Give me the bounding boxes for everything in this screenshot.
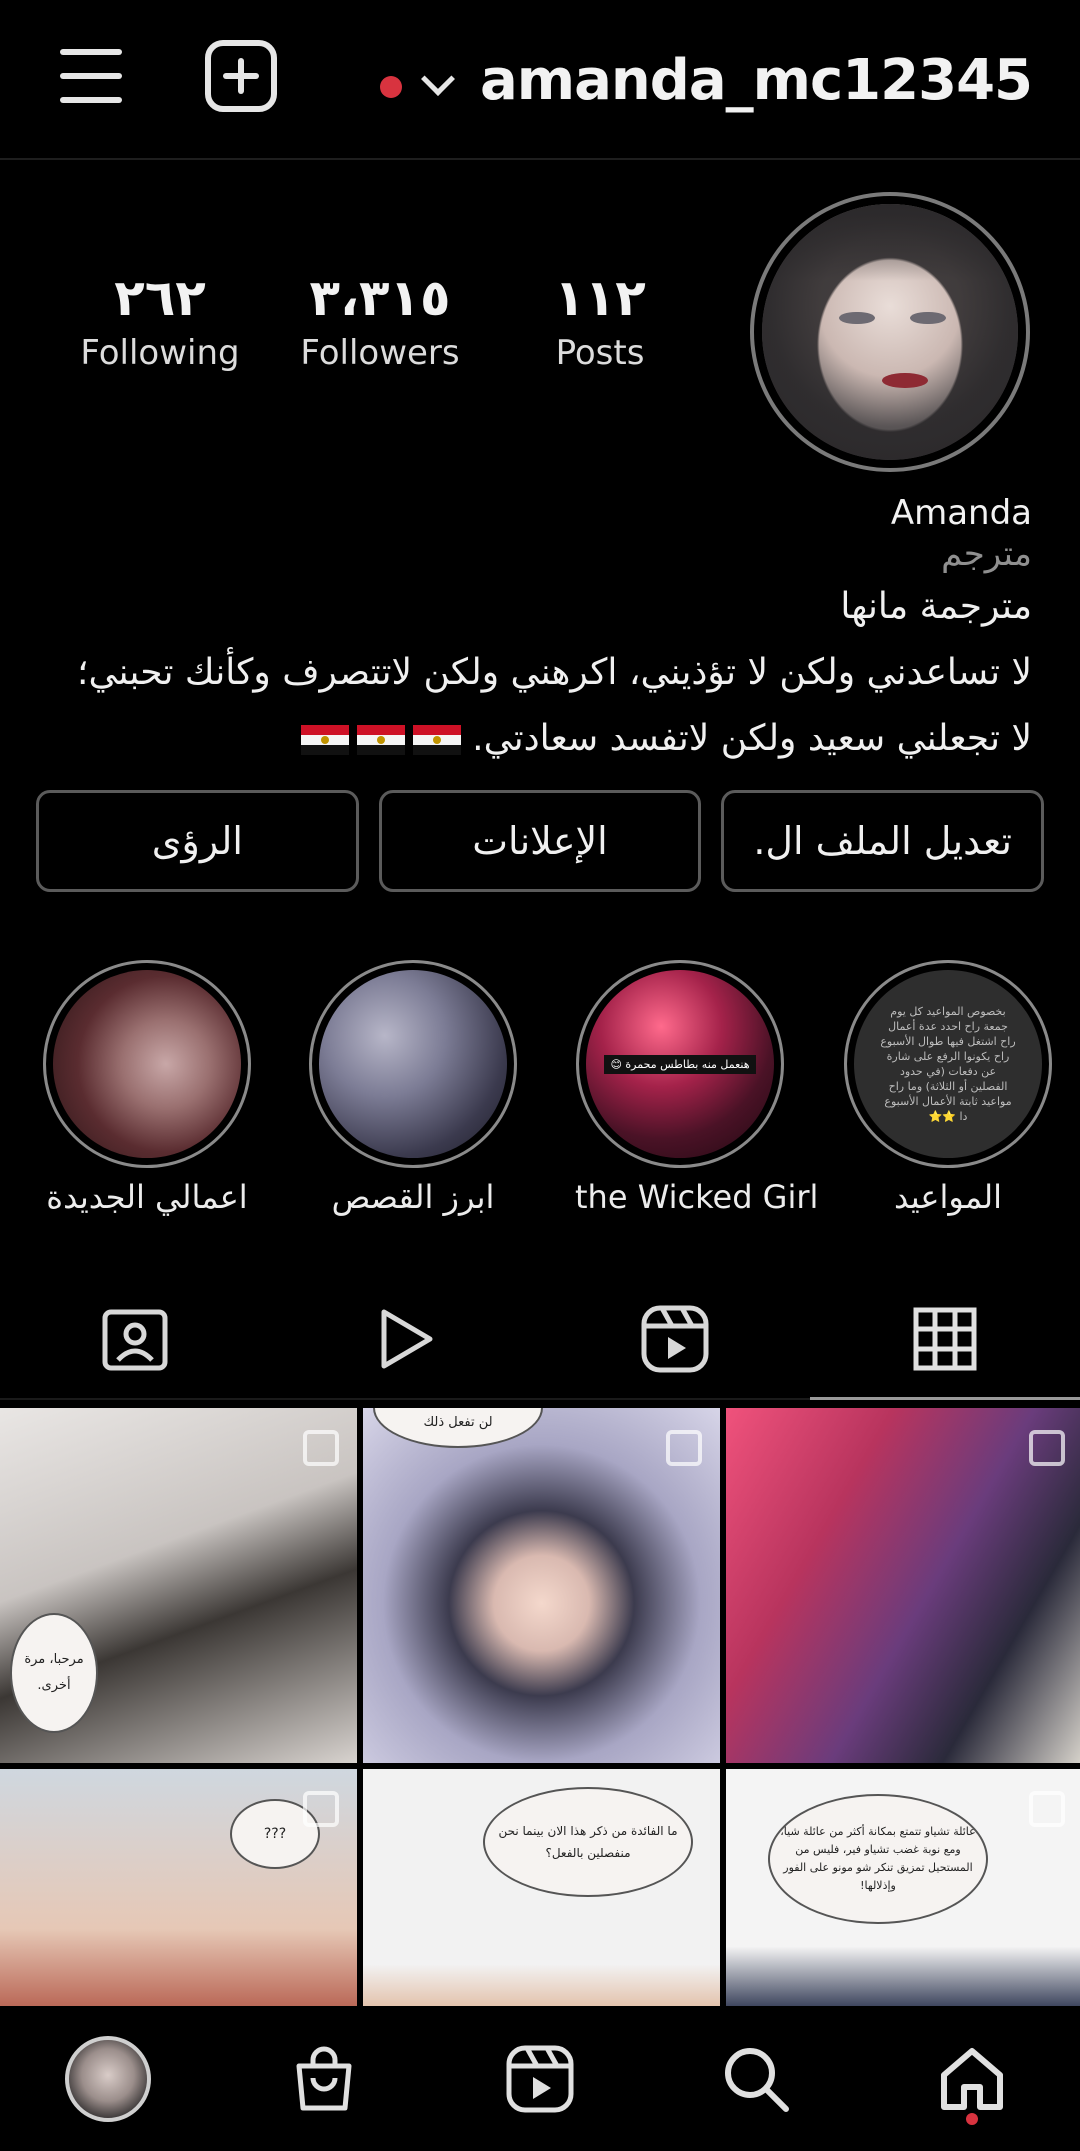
highlight-top-stories[interactable]: ابرز القصص [308, 960, 518, 1216]
reels-icon [506, 2045, 574, 2112]
stat-posts[interactable]: ١١٢ Posts [490, 268, 710, 378]
highlight-cover: بخصوص المواعيد كل يوم جمعة راح احدد عدة … [854, 970, 1042, 1158]
avatar-image [762, 204, 1018, 460]
nav-profile[interactable] [48, 2019, 168, 2139]
bio-line: مترجمة مانها [840, 586, 1032, 627]
plus-square-icon[interactable] [205, 40, 277, 112]
ads-button[interactable]: الإعلانات [378, 790, 702, 892]
highlight-label: ابرز القصص [331, 1178, 495, 1216]
highlight-cover-text: هنعمل منه بطاطس محمرة 😊 [604, 1054, 756, 1074]
highlight-label: اعمالي الجديدة [46, 1178, 248, 1216]
highlight-wicked-girl[interactable]: هنعمل منه بطاطس محمرة 😊 the Wicked Girl [575, 960, 819, 1216]
stat-following[interactable]: ٢٦٢ Following [50, 268, 270, 378]
highlight-cover [53, 970, 241, 1158]
bio-line: لا تساعدني ولكن لا تؤذيني، اكرهني ولكن ل… [77, 652, 1032, 693]
multi-photo-icon [666, 1430, 702, 1466]
posts-label: Posts [555, 333, 645, 373]
multi-photo-icon [303, 1791, 339, 1827]
tab-videos[interactable] [270, 1280, 540, 1398]
speech-bubble: ما الفائدة من ذكر هذا الان بينما نحن منف… [483, 1787, 693, 1897]
nav-reels[interactable] [480, 2019, 600, 2139]
chevron-down-icon [420, 62, 455, 96]
notification-dot [966, 2112, 978, 2125]
post-thumbnail[interactable]: مرحبا، مرة أخرى. [0, 1408, 357, 1763]
search-icon [725, 2047, 789, 2112]
insights-button[interactable]: الرؤى [35, 790, 359, 892]
egypt-flag-icon [356, 725, 405, 755]
profile-bio: Amanda مترجم مترجمة مانها لا تساعدني ولك… [32, 492, 1032, 772]
highlight-cover: هنعمل منه بطاطس محمرة 😊 [586, 970, 774, 1158]
profile-name: Amanda [890, 493, 1032, 533]
profile-tabs [0, 1280, 1080, 1400]
tab-reels[interactable] [540, 1280, 810, 1398]
tab-tagged[interactable] [0, 1280, 270, 1398]
grid-icon [913, 1307, 977, 1371]
tab-grid[interactable] [810, 1280, 1080, 1400]
egypt-flag-icon [300, 725, 349, 755]
reels-icon [641, 1305, 709, 1373]
highlight-label: المواعيد [893, 1178, 1003, 1216]
bottom-navigation [0, 2006, 1080, 2151]
bio-line: لا تجعلني سعيد ولكن لاتفسد سعادتي. [472, 718, 1032, 759]
followers-label: Followers [300, 333, 460, 373]
profile-stats: ٢٦٢ Following ٣،٣١٥ Followers ١١٢ Posts [50, 268, 710, 378]
post-thumbnail[interactable] [726, 1408, 1080, 1763]
speech-bubble: لن تفعل ذلك [373, 1408, 543, 1448]
speech-bubble: مرحبا، مرة أخرى. [10, 1613, 98, 1733]
notification-dot [379, 76, 402, 98]
profile-category: مترجم [941, 534, 1032, 574]
profile-avatar[interactable] [750, 192, 1030, 472]
nav-shop[interactable] [264, 2019, 384, 2139]
home-icon [941, 2047, 1003, 2110]
egypt-flag-icon [412, 725, 461, 755]
speech-bubble: عائلة تشياو تتمتع بمكانة أكثر من عائلة ش… [768, 1794, 988, 1924]
avatar [65, 2035, 151, 2122]
shop-bag-icon [296, 2046, 352, 2110]
post-thumbnail[interactable]: لن تفعل ذلك [363, 1408, 720, 1763]
multi-photo-icon [1029, 1430, 1065, 1466]
followers-count: ٣،٣١٥ [309, 269, 451, 327]
following-count: ٢٦٢ [114, 269, 206, 327]
highlight-label: the Wicked Girl [575, 1178, 819, 1216]
bio-line-with-flags: لا تجعلني سعيد ولكن لاتفسد سعادتي. [32, 706, 1032, 772]
highlight-appointments[interactable]: بخصوص المواعيد كل يوم جمعة راح احدد عدة … [843, 960, 1053, 1216]
tagged-icon [102, 1309, 168, 1371]
username: amanda_mc12345 [479, 47, 1033, 113]
account-switcher[interactable]: amanda_mc12345 [379, 44, 1033, 116]
highlight-new-works[interactable]: اعمالي الجديدة [42, 960, 252, 1216]
nav-search[interactable] [696, 2019, 816, 2139]
menu-icon[interactable] [60, 40, 132, 112]
top-bar: amanda_mc12345 [0, 0, 1080, 160]
highlight-cover [319, 970, 507, 1158]
posts-count: ١١٢ [554, 269, 646, 327]
multi-photo-icon [1029, 1791, 1065, 1827]
story-highlights: بخصوص المواعيد كل يوم جمعة راح احدد عدة … [0, 960, 1080, 1220]
stat-followers[interactable]: ٣،٣١٥ Followers [270, 268, 490, 378]
nav-home[interactable] [912, 2019, 1032, 2139]
profile-actions: تعديل الملف ال. الإعلانات الرؤى [35, 790, 1044, 892]
following-label: Following [80, 333, 240, 373]
edit-profile-button[interactable]: تعديل الملف ال. [721, 790, 1044, 892]
play-icon [381, 1309, 433, 1369]
multi-photo-icon [303, 1430, 339, 1466]
